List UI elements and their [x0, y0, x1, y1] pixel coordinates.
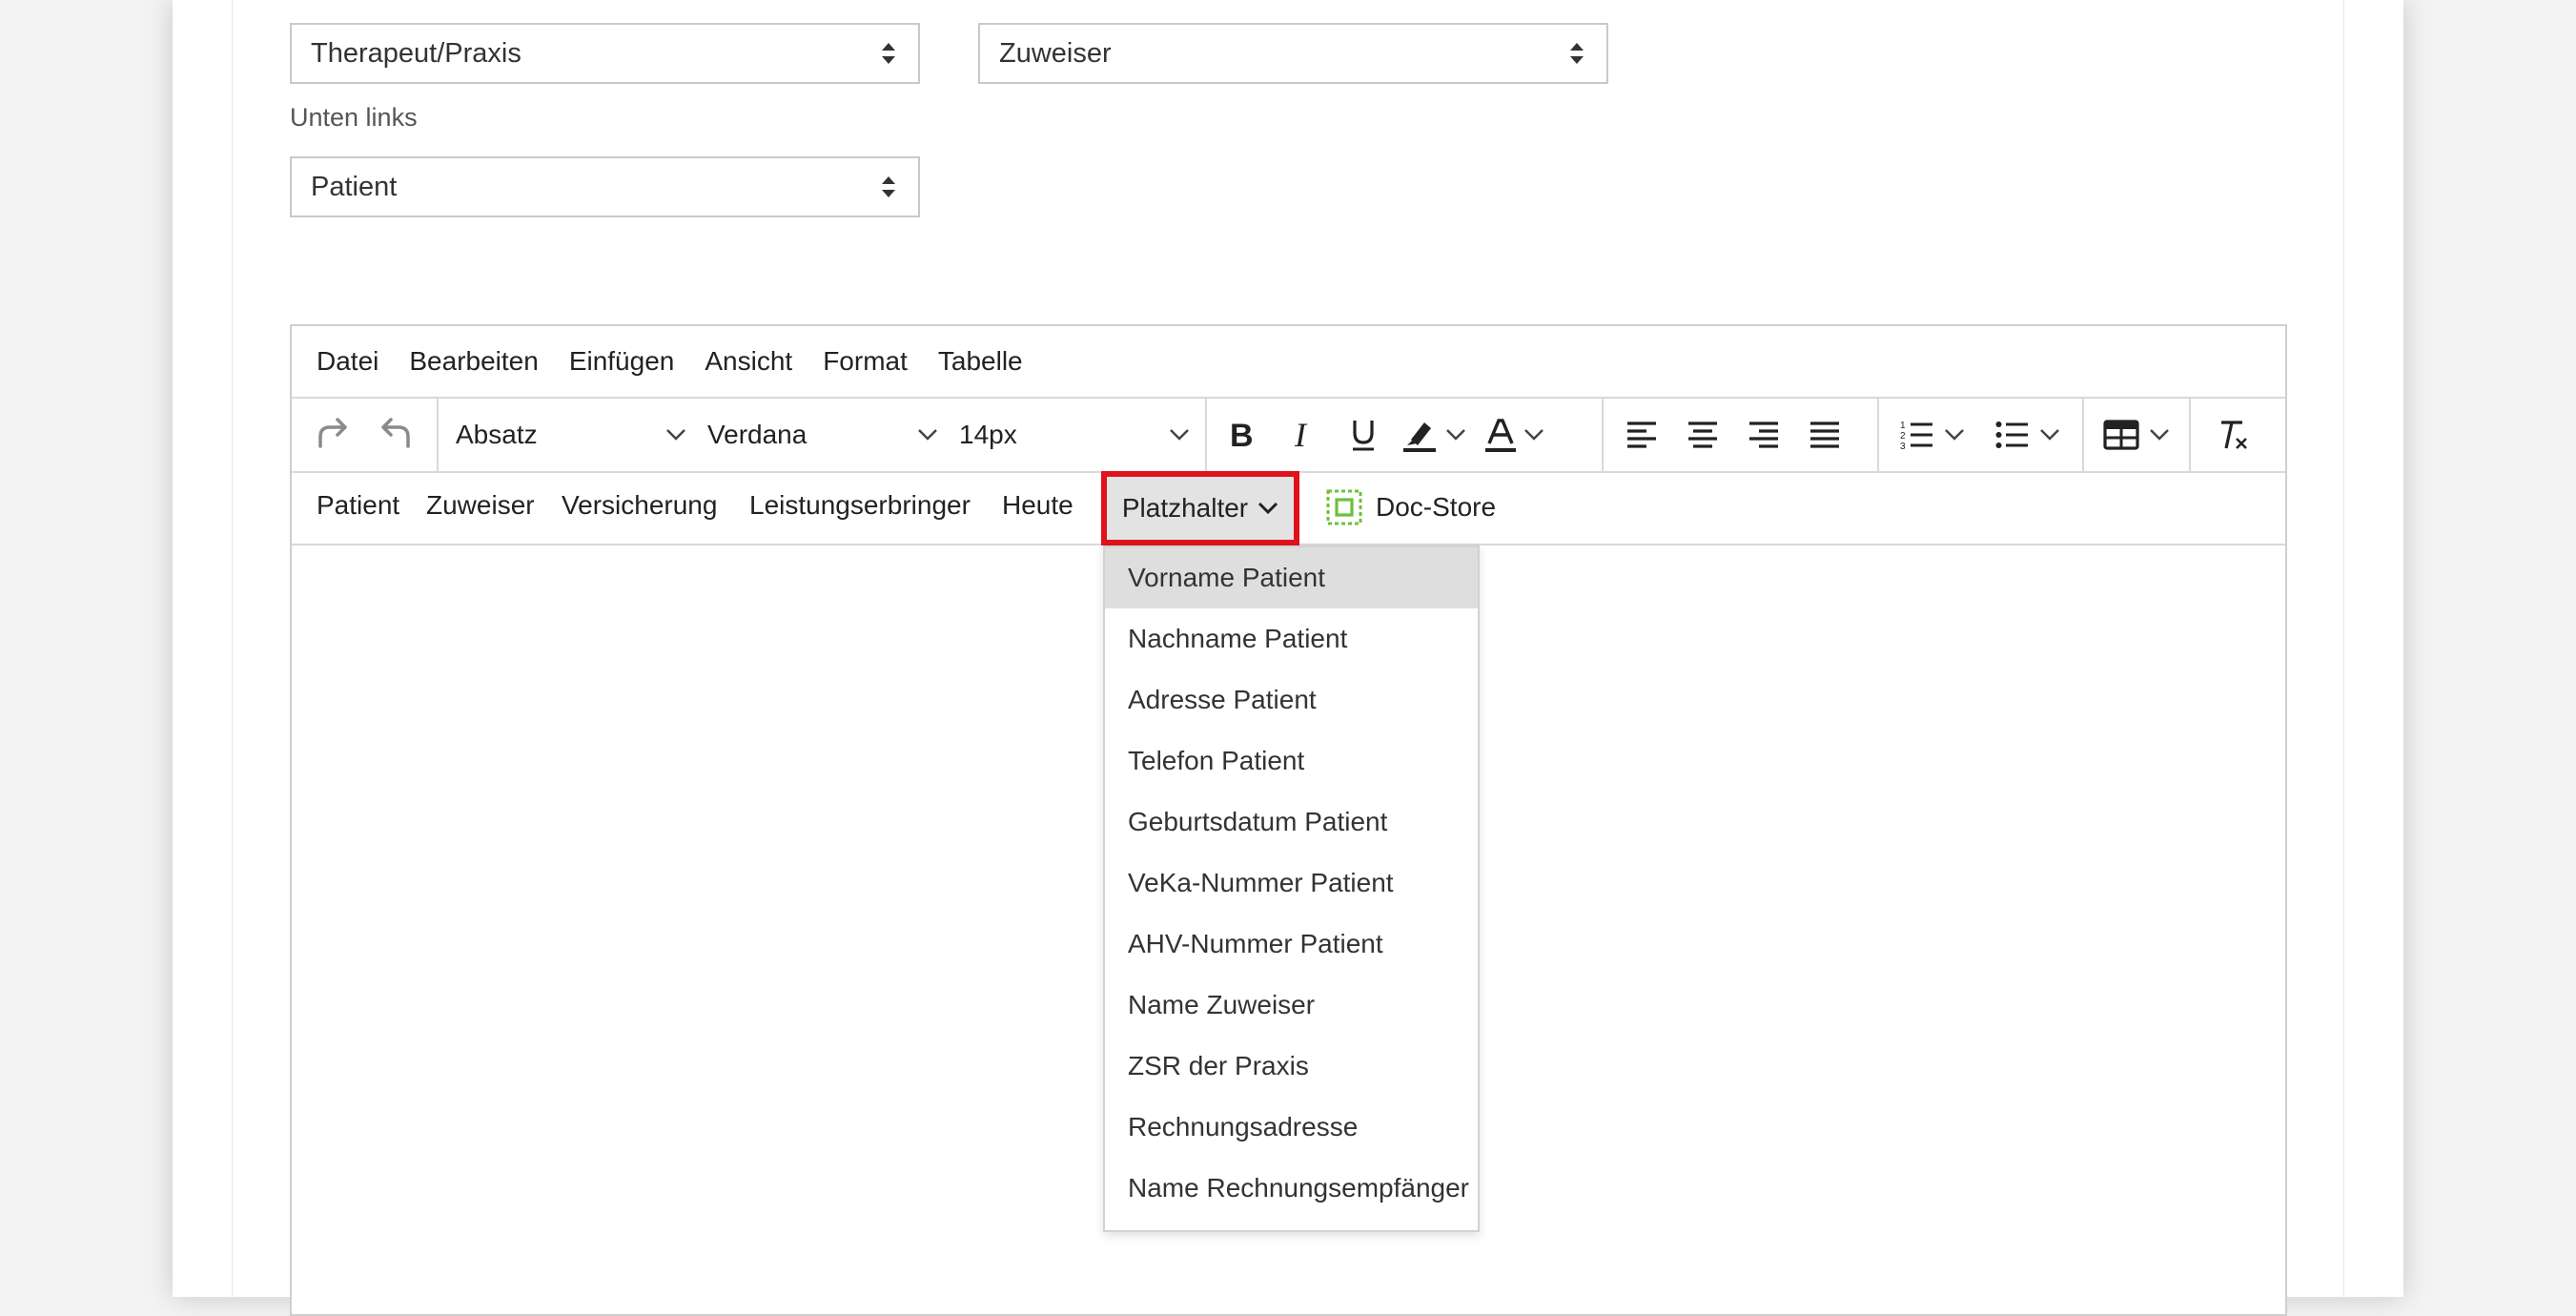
- text-color-button[interactable]: [1474, 404, 1554, 465]
- svg-text:3: 3: [1900, 442, 1906, 450]
- menu-item-billing-address[interactable]: Rechnungsadresse: [1105, 1097, 1478, 1158]
- menu-item-veka-number[interactable]: VeKa-Nummer Patient: [1105, 853, 1478, 914]
- therapist-select-value: Therapeut/Praxis: [311, 37, 521, 69]
- doc-store-icon: [1326, 489, 1362, 525]
- chevron-down-icon: [1524, 429, 1544, 441]
- insert-today-button[interactable]: Heute: [1002, 490, 1073, 521]
- menu-item-ahv-number[interactable]: AHV-Nummer Patient: [1105, 914, 1478, 975]
- menu-edit[interactable]: Bearbeiten: [409, 346, 538, 377]
- clear-format-group: [2191, 399, 2285, 471]
- highlight-button[interactable]: [1394, 404, 1474, 465]
- clear-format-icon: [2221, 421, 2248, 449]
- align-justify-button[interactable]: [1794, 404, 1855, 465]
- menu-item-phone[interactable]: Telefon Patient: [1105, 730, 1478, 792]
- redo-icon: [318, 418, 347, 448]
- bullet-list-button[interactable]: [1980, 404, 2075, 465]
- font-size-value: 14px: [959, 420, 1017, 449]
- sort-arrows-icon: [882, 176, 895, 197]
- referrer-select[interactable]: Zuweiser: [978, 23, 1608, 84]
- menu-item-zsr-practice[interactable]: ZSR der Praxis: [1105, 1036, 1478, 1097]
- sort-arrows-icon: [882, 43, 895, 64]
- chevron-down-icon: [1170, 429, 1189, 441]
- menu-format[interactable]: Format: [823, 346, 908, 377]
- placeholder-button-label: Platzhalter: [1121, 493, 1249, 523]
- chevron-down-icon: [2150, 429, 2170, 441]
- doc-store-button[interactable]: Doc-Store: [1326, 479, 1496, 536]
- insert-insurance-button[interactable]: Versicherung: [562, 490, 717, 521]
- menu-item-address[interactable]: Adresse Patient: [1105, 669, 1478, 730]
- menu-table[interactable]: Tabelle: [938, 346, 1023, 377]
- highlight-icon: [1403, 422, 1436, 452]
- table-icon: [2103, 420, 2140, 450]
- italic-button[interactable]: I: [1272, 404, 1333, 465]
- placeholder-menu: Vorname Patient Nachname Patient Adresse…: [1103, 545, 1480, 1232]
- block-format-value: Absatz: [456, 420, 538, 449]
- alignment-group: [1604, 399, 1879, 471]
- editor-menubar: Datei Bearbeiten Einfügen Ansicht Format…: [292, 326, 2285, 399]
- menu-item-first-name[interactable]: Vorname Patient: [1105, 547, 1478, 608]
- history-group: [292, 399, 439, 471]
- align-left-button[interactable]: [1611, 404, 1672, 465]
- menu-item-last-name[interactable]: Nachname Patient: [1105, 608, 1478, 669]
- table-button[interactable]: [2090, 404, 2183, 465]
- numbered-list-icon: 123: [1900, 421, 1932, 450]
- align-right-icon: [1748, 422, 1778, 448]
- referrer-select-value: Zuweiser: [999, 37, 1112, 69]
- placeholder-dropdown-button[interactable]: Platzhalter: [1101, 471, 1299, 545]
- chevron-down-icon: [918, 429, 937, 441]
- clear-format-button[interactable]: [2202, 404, 2263, 465]
- underline-icon: [1353, 421, 1374, 451]
- sort-arrows-icon: [1570, 43, 1584, 64]
- doc-store-label: Doc-Store: [1376, 492, 1497, 522]
- redo-button[interactable]: [303, 404, 364, 465]
- menu-view[interactable]: Ansicht: [705, 346, 792, 377]
- svg-text:B: B: [1230, 419, 1254, 451]
- font-size-dropdown[interactable]: 14px: [948, 420, 1199, 450]
- chevron-down-icon: [666, 429, 685, 441]
- menu-item-billing-recipient[interactable]: Name Rechnungsempfänger: [1105, 1158, 1478, 1219]
- font-family-dropdown[interactable]: Verdana: [696, 420, 948, 450]
- chevron-down-icon: [2039, 429, 2059, 441]
- patient-select-value: Patient: [311, 171, 398, 202]
- text-style-group: B I: [1207, 399, 1604, 471]
- editor-toolbar: Absatz Verdana 14px B I 1 2 3: [292, 399, 2285, 473]
- undo-icon: [381, 418, 410, 448]
- font-family-value: Verdana: [707, 420, 808, 449]
- menu-insert[interactable]: Einfügen: [569, 346, 675, 377]
- chevron-down-icon: [1446, 429, 1465, 441]
- bullet-list-icon: [1995, 422, 2028, 448]
- bold-button[interactable]: B: [1211, 404, 1272, 465]
- chevron-down-icon: [1944, 429, 1964, 441]
- table-group: [2084, 399, 2192, 471]
- format-dropdowns-group: Absatz Verdana 14px: [439, 399, 1207, 471]
- underline-button[interactable]: [1333, 404, 1394, 465]
- bold-icon: B: [1230, 419, 1254, 451]
- block-format-dropdown[interactable]: Absatz: [444, 420, 696, 450]
- insert-patient-button[interactable]: Patient: [317, 490, 399, 521]
- menu-file[interactable]: Datei: [317, 346, 378, 377]
- align-right-button[interactable]: [1733, 404, 1794, 465]
- patient-select[interactable]: Patient: [290, 156, 920, 217]
- svg-text:1: 1: [1900, 421, 1906, 431]
- svg-text:2: 2: [1900, 431, 1906, 442]
- chevron-down-icon: [1258, 502, 1278, 515]
- align-center-icon: [1687, 422, 1717, 448]
- numbered-list-button[interactable]: 123: [1885, 404, 1980, 465]
- menu-item-referrer-name[interactable]: Name Zuweiser: [1105, 975, 1478, 1036]
- list-group: 123: [1879, 399, 2085, 471]
- bottom-left-label: Unten links: [290, 103, 418, 132]
- undo-button[interactable]: [364, 404, 425, 465]
- insert-referrer-button[interactable]: Zuweiser: [426, 490, 535, 521]
- align-left-icon: [1626, 422, 1656, 448]
- svg-text:I: I: [1294, 419, 1308, 451]
- align-center-button[interactable]: [1672, 404, 1733, 465]
- align-justify-icon: [1809, 422, 1839, 448]
- insert-provider-button[interactable]: Leistungserbringer: [749, 490, 971, 521]
- text-color-icon: [1485, 419, 1516, 452]
- therapist-select[interactable]: Therapeut/Praxis: [290, 23, 920, 84]
- italic-icon: I: [1294, 419, 1308, 451]
- menu-item-birthdate[interactable]: Geburtsdatum Patient: [1105, 792, 1478, 853]
